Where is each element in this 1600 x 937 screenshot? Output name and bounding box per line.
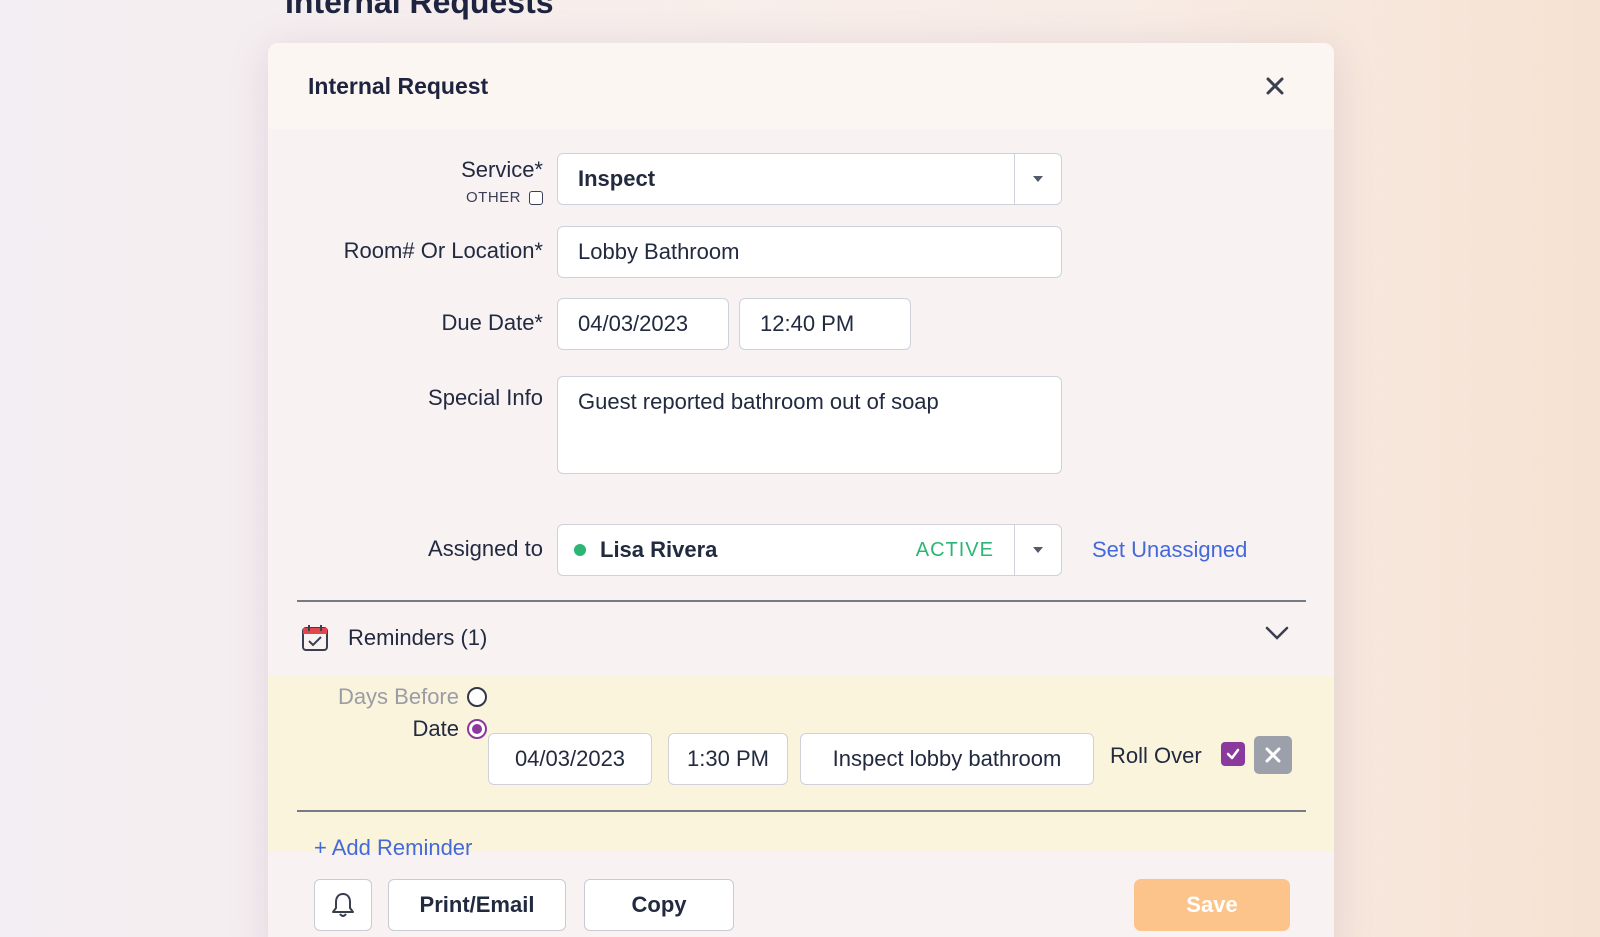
add-reminder-link[interactable]: + Add Reminder — [314, 835, 472, 861]
assigned-to-label: Assigned to — [428, 536, 543, 561]
date-option[interactable]: Date — [413, 716, 487, 742]
rollover-checkbox[interactable] — [1221, 742, 1245, 766]
due-date-label: Due Date* — [441, 310, 543, 335]
reminders-header[interactable]: Reminders (1) — [300, 623, 487, 653]
days-before-radio[interactable] — [467, 687, 487, 707]
reminder-date-input[interactable]: 04/03/2023 — [488, 733, 652, 785]
service-dropdown-toggle[interactable] — [1014, 154, 1061, 204]
reminder-message-input[interactable]: Inspect lobby bathroom — [800, 733, 1094, 785]
remove-reminder-button[interactable] — [1254, 736, 1292, 774]
bell-icon — [332, 893, 354, 917]
status-dot — [574, 544, 586, 556]
copy-button[interactable]: Copy — [584, 879, 734, 931]
reminder-time-input[interactable]: 1:30 PM — [668, 733, 788, 785]
chevron-down-icon — [1033, 176, 1043, 182]
reminder-divider — [297, 810, 1306, 812]
days-before-option[interactable]: Days Before — [338, 684, 487, 710]
days-before-label: Days Before — [337, 684, 459, 709]
service-select[interactable]: Inspect — [557, 153, 1062, 205]
chevron-down-icon — [1033, 547, 1043, 553]
service-value: Inspect — [578, 166, 656, 191]
save-button[interactable]: Save — [1134, 879, 1290, 931]
due-time-input[interactable]: 12:40 PM — [739, 298, 911, 350]
location-label: Room# Or Location* — [343, 238, 543, 263]
page-heading: Internal Requests — [285, 0, 554, 20]
assignee-dropdown-toggle[interactable] — [1014, 525, 1061, 575]
assignee-name: Lisa Rivera — [600, 537, 718, 562]
due-date-input[interactable]: 04/03/2023 — [557, 298, 729, 350]
bell-button[interactable] — [314, 879, 372, 931]
modal-header: Internal Request — [268, 43, 1334, 129]
chevron-down-icon[interactable] — [1264, 625, 1290, 646]
reminders-title: Reminders (1) — [348, 625, 488, 650]
service-other-label: OTHER — [466, 189, 521, 206]
date-radio[interactable] — [467, 719, 487, 739]
close-icon[interactable] — [1262, 73, 1288, 99]
calendar-check-icon — [300, 623, 330, 653]
section-divider — [297, 600, 1306, 602]
rollover-label: Roll Over — [1110, 743, 1202, 768]
internal-request-modal: Internal Request Service* OTHER Inspect … — [268, 43, 1334, 937]
assignee-select[interactable]: Lisa Rivera ACTIVE — [557, 524, 1062, 576]
service-other-option[interactable]: OTHER — [466, 189, 543, 206]
print-email-button[interactable]: Print/Email — [388, 879, 566, 931]
service-other-checkbox[interactable] — [529, 190, 543, 205]
date-label: Date — [412, 716, 459, 741]
special-info-label: Special Info — [428, 385, 543, 410]
set-unassigned-link[interactable]: Set Unassigned — [1092, 537, 1247, 563]
status-badge: ACTIVE — [915, 538, 994, 561]
modal-title: Internal Request — [308, 73, 489, 99]
service-label: Service* — [461, 157, 543, 182]
close-icon — [1265, 747, 1281, 763]
location-input[interactable]: Lobby Bathroom — [557, 226, 1062, 278]
special-info-textarea[interactable]: Guest reported bathroom out of soap — [557, 376, 1062, 474]
